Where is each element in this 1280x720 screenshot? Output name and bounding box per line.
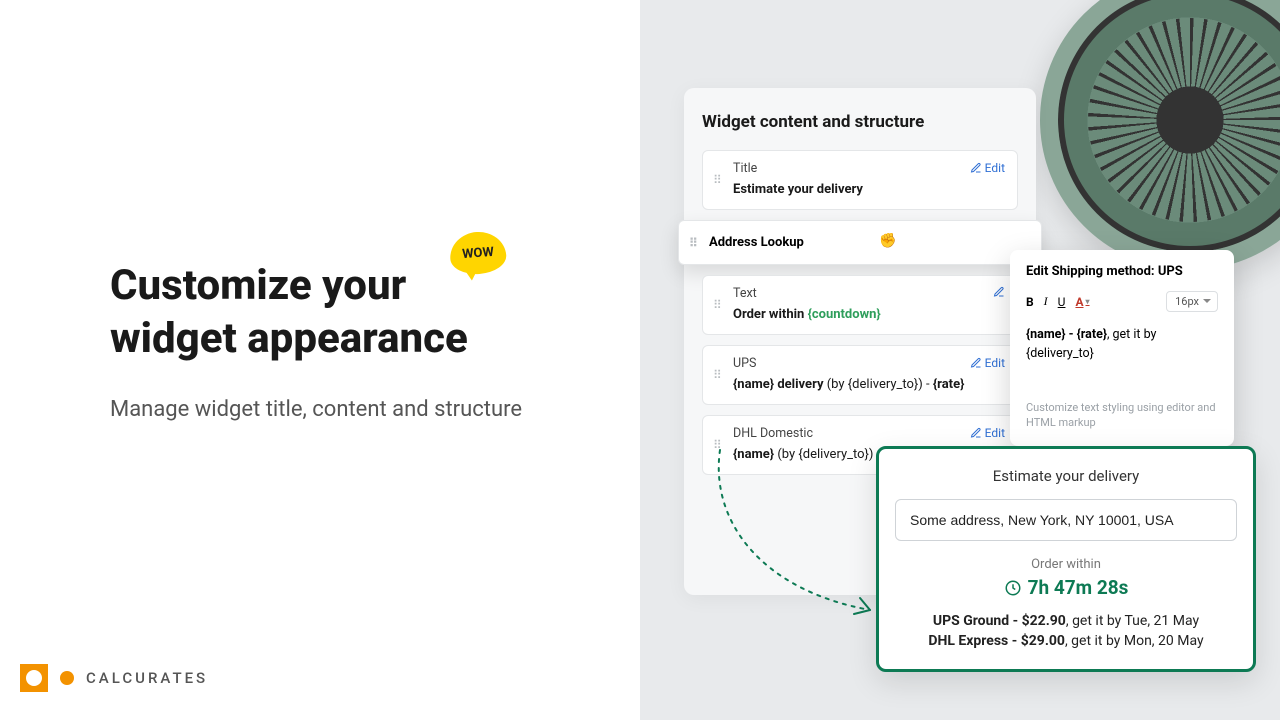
- edit-shipping-method-card: Edit Shipping method: UPS B I U A▾ 16px …: [1010, 250, 1234, 446]
- preview-rate-line: UPS Ground - $22.90, get it by Tue, 21 M…: [895, 613, 1237, 629]
- brand-logo-icon: [20, 664, 48, 692]
- editcard-note: Customize text styling using editor and …: [1026, 400, 1218, 431]
- chevron-down-icon: ▾: [1086, 297, 1090, 306]
- structure-item-text[interactable]: ⠿ Text Order within {countdown}: [702, 275, 1018, 335]
- item-label: UPS: [733, 356, 1005, 371]
- page-subtitle: Manage widget title, content and structu…: [110, 393, 530, 426]
- item-label: DHL Domestic: [733, 426, 1005, 441]
- clock-icon: [1004, 579, 1022, 597]
- drag-handle-icon[interactable]: ⠿: [713, 368, 721, 382]
- preview-order-label: Order within: [895, 557, 1237, 572]
- preview-title: Estimate your delivery: [895, 467, 1237, 485]
- preview-countdown: 7h 47m 28s: [895, 576, 1237, 599]
- item-label: Address Lookup: [709, 235, 804, 250]
- format-toolbar: B I U A▾ 16px: [1026, 291, 1218, 312]
- grab-cursor-icon: ✊: [879, 233, 896, 249]
- item-body: Order within {countdown}: [733, 307, 1005, 322]
- editcard-title: Edit Shipping method: UPS: [1026, 264, 1218, 279]
- preview-address-input[interactable]: [895, 499, 1237, 541]
- drag-handle-icon[interactable]: ⠿: [713, 298, 721, 312]
- brand-name: CALCURATES: [86, 669, 208, 687]
- widget-preview: Estimate your delivery Order within 7h 4…: [876, 446, 1256, 672]
- text-color-button[interactable]: A▾: [1075, 295, 1089, 309]
- item-body: Estimate your delivery: [733, 182, 1005, 197]
- bold-button[interactable]: B: [1026, 295, 1034, 309]
- edit-button[interactable]: Edit: [970, 356, 1005, 370]
- underline-button[interactable]: U: [1058, 295, 1066, 309]
- font-size-select[interactable]: 16px: [1166, 291, 1218, 312]
- brand-dot-icon: [60, 671, 74, 685]
- structure-item-address-lookup[interactable]: ⠿ Address Lookup ✊: [678, 220, 1042, 265]
- edit-button[interactable]: Edit: [970, 161, 1005, 175]
- edit-button[interactable]: Edit: [970, 426, 1005, 440]
- italic-button[interactable]: I: [1044, 294, 1048, 309]
- edit-button[interactable]: [993, 286, 1005, 298]
- preview-rate-line: DHL Express - $29.00, get it by Mon, 20 …: [895, 633, 1237, 649]
- item-label: Text: [733, 286, 1005, 301]
- structure-item-ups[interactable]: ⠿ Edit UPS {name} delivery (by {delivery…: [702, 345, 1018, 405]
- drag-handle-icon[interactable]: ⠿: [713, 173, 721, 187]
- item-label: Title: [733, 161, 1005, 176]
- drag-handle-icon[interactable]: ⠿: [689, 236, 697, 250]
- brand: CALCURATES: [20, 664, 208, 692]
- fan-illustration: [1040, 0, 1280, 270]
- editcard-body[interactable]: {name} - {rate}, get it by {delivery_to}: [1026, 326, 1218, 364]
- item-body: {name} delivery (by {delivery_to}) - {ra…: [733, 377, 1005, 392]
- panel-title: Widget content and structure: [702, 112, 1018, 132]
- drag-handle-icon[interactable]: ⠿: [713, 438, 721, 452]
- structure-item-title[interactable]: ⠿ Edit Title Estimate your delivery: [702, 150, 1018, 210]
